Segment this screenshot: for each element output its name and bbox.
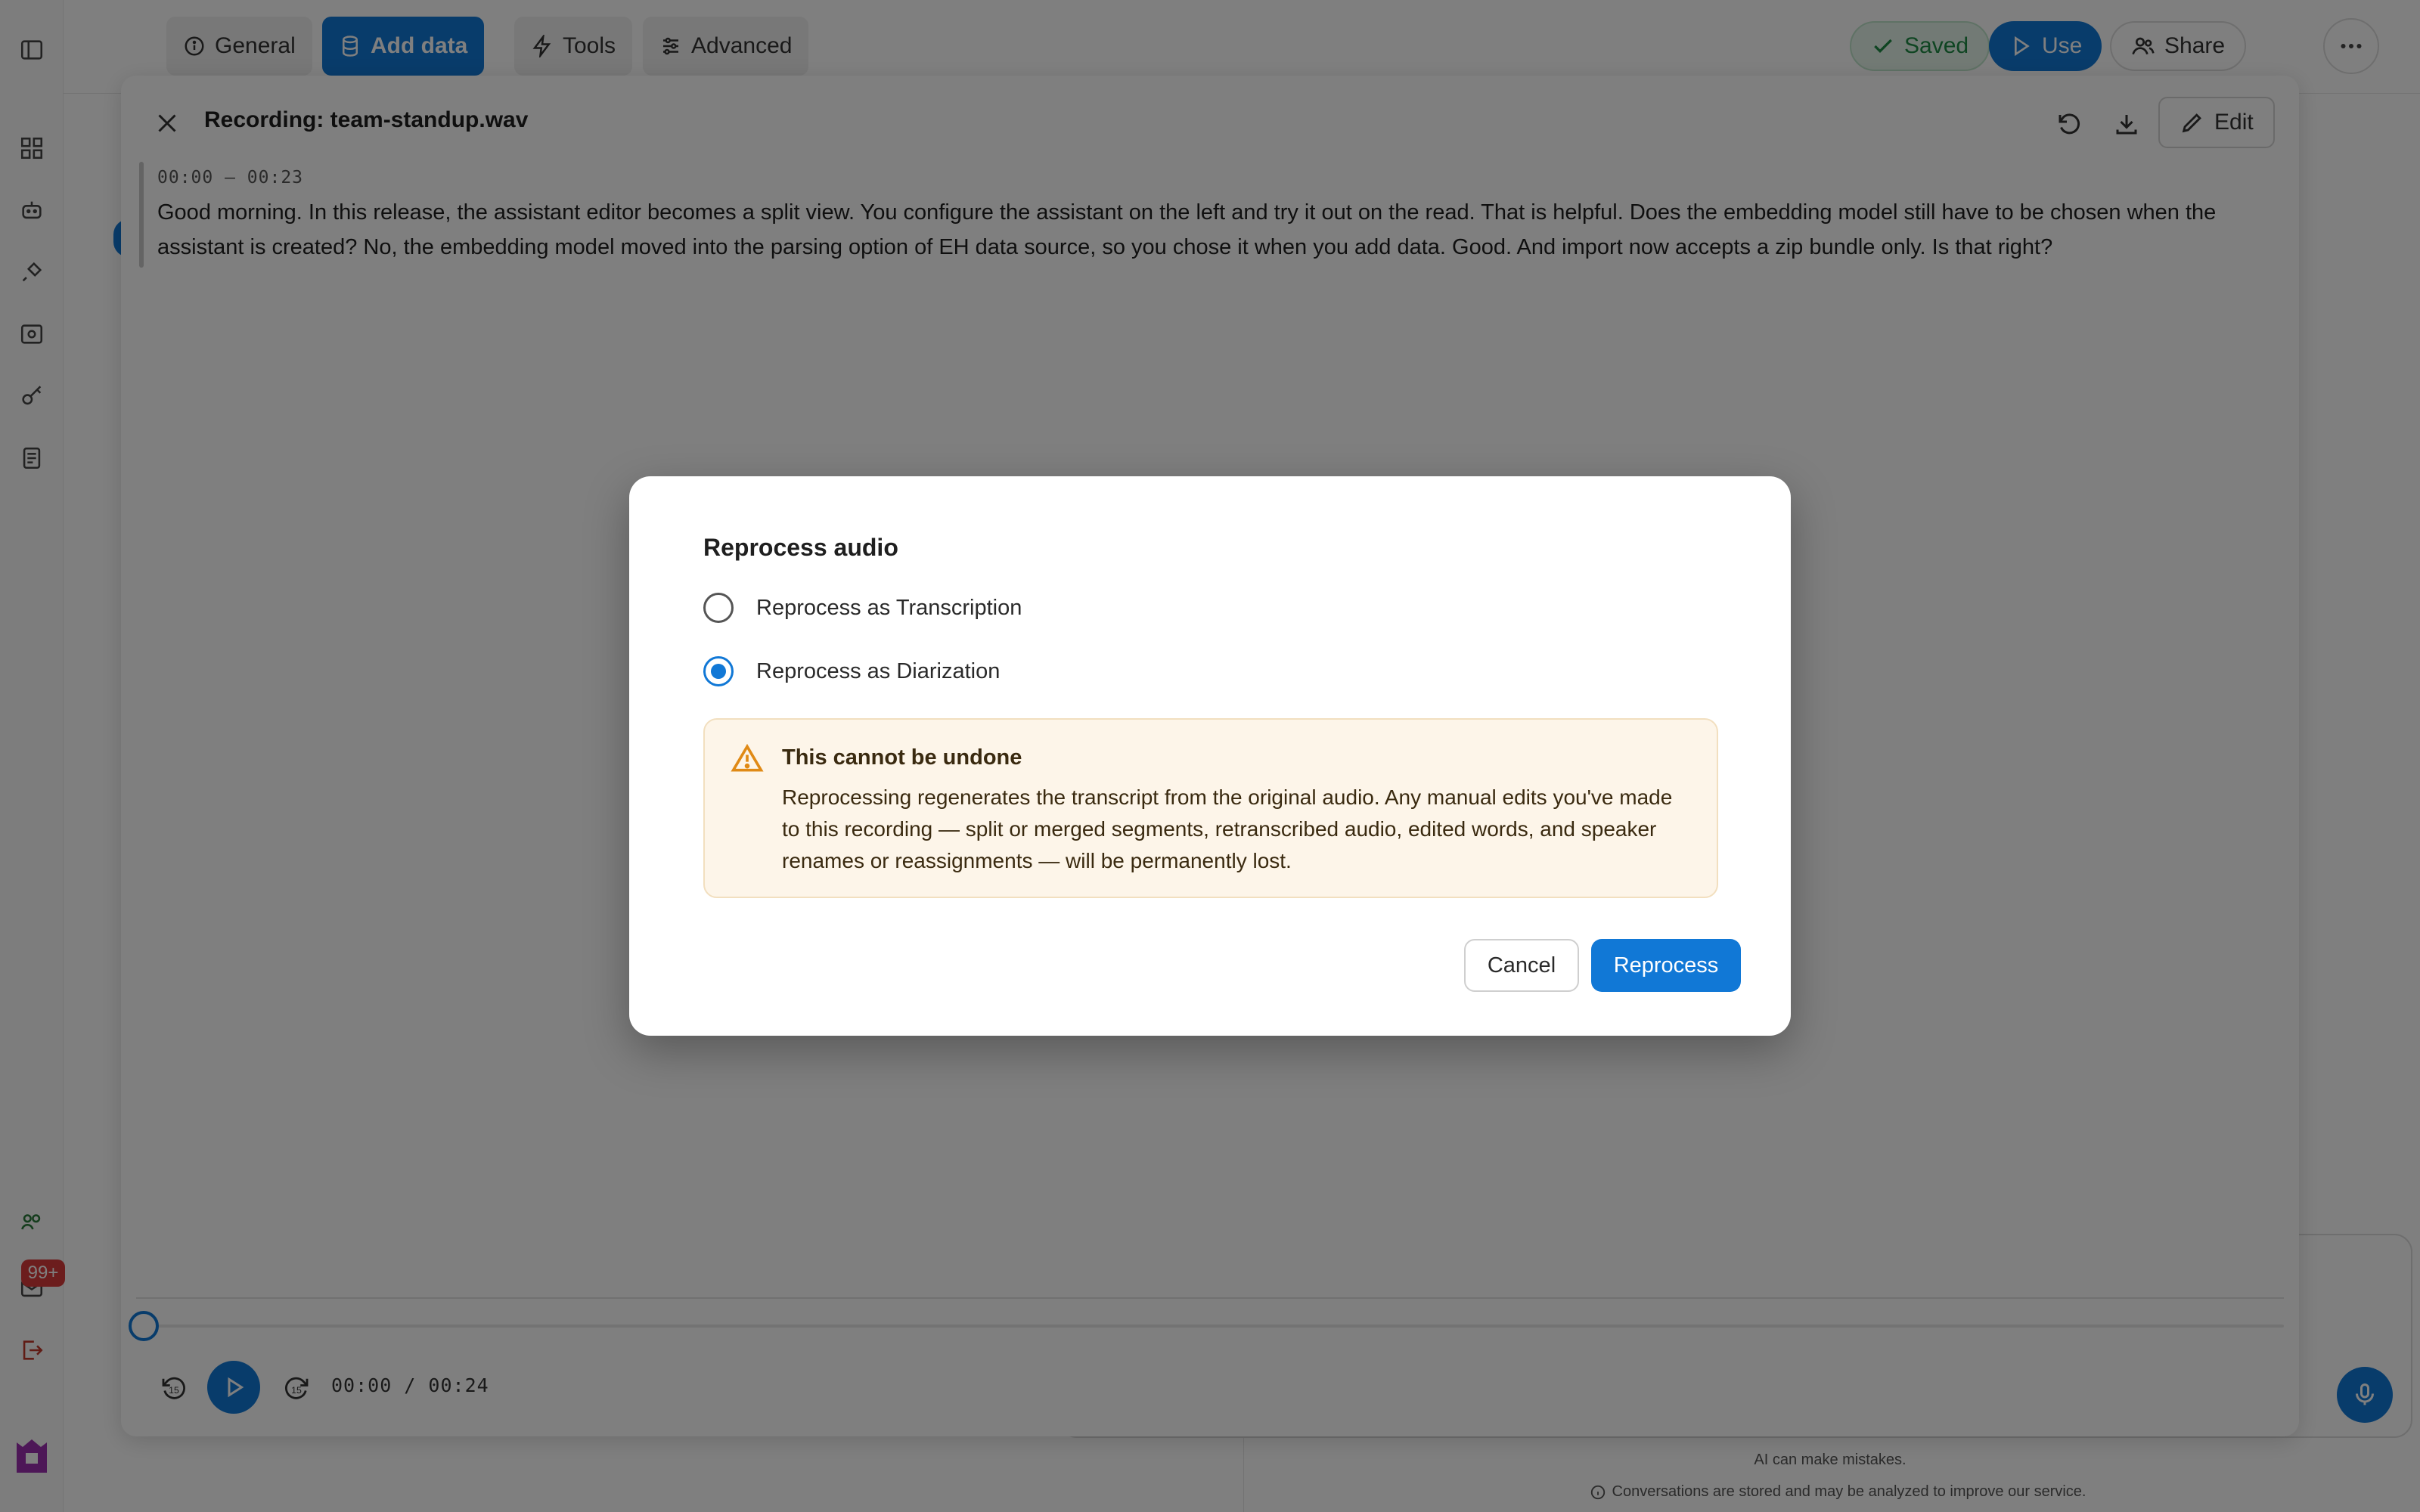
dialog-title: Reprocess audio	[703, 534, 898, 561]
reprocess-confirm-button[interactable]: Reprocess	[1591, 939, 1741, 992]
option-transcription[interactable]: Reprocess as Transcription	[703, 593, 1022, 623]
option-label: Reprocess as Diarization	[756, 658, 1001, 683]
cancel-button[interactable]: Cancel	[1464, 939, 1579, 992]
warning-triangle-icon	[731, 743, 764, 772]
radio-transcription[interactable]	[703, 593, 734, 623]
warning-body: Reprocessing regenerates the transcript …	[782, 785, 1673, 872]
reprocess-audio-dialog: Reprocess audio Reprocess as Transcripti…	[629, 476, 1791, 1036]
warning-title: This cannot be undone	[782, 745, 1022, 770]
option-diarization[interactable]: Reprocess as Diarization	[703, 656, 1000, 686]
radio-diarization[interactable]	[703, 656, 734, 686]
option-label: Reprocess as Transcription	[756, 595, 1022, 620]
warning-callout: This cannot be undone Reprocessing regen…	[703, 718, 1718, 898]
